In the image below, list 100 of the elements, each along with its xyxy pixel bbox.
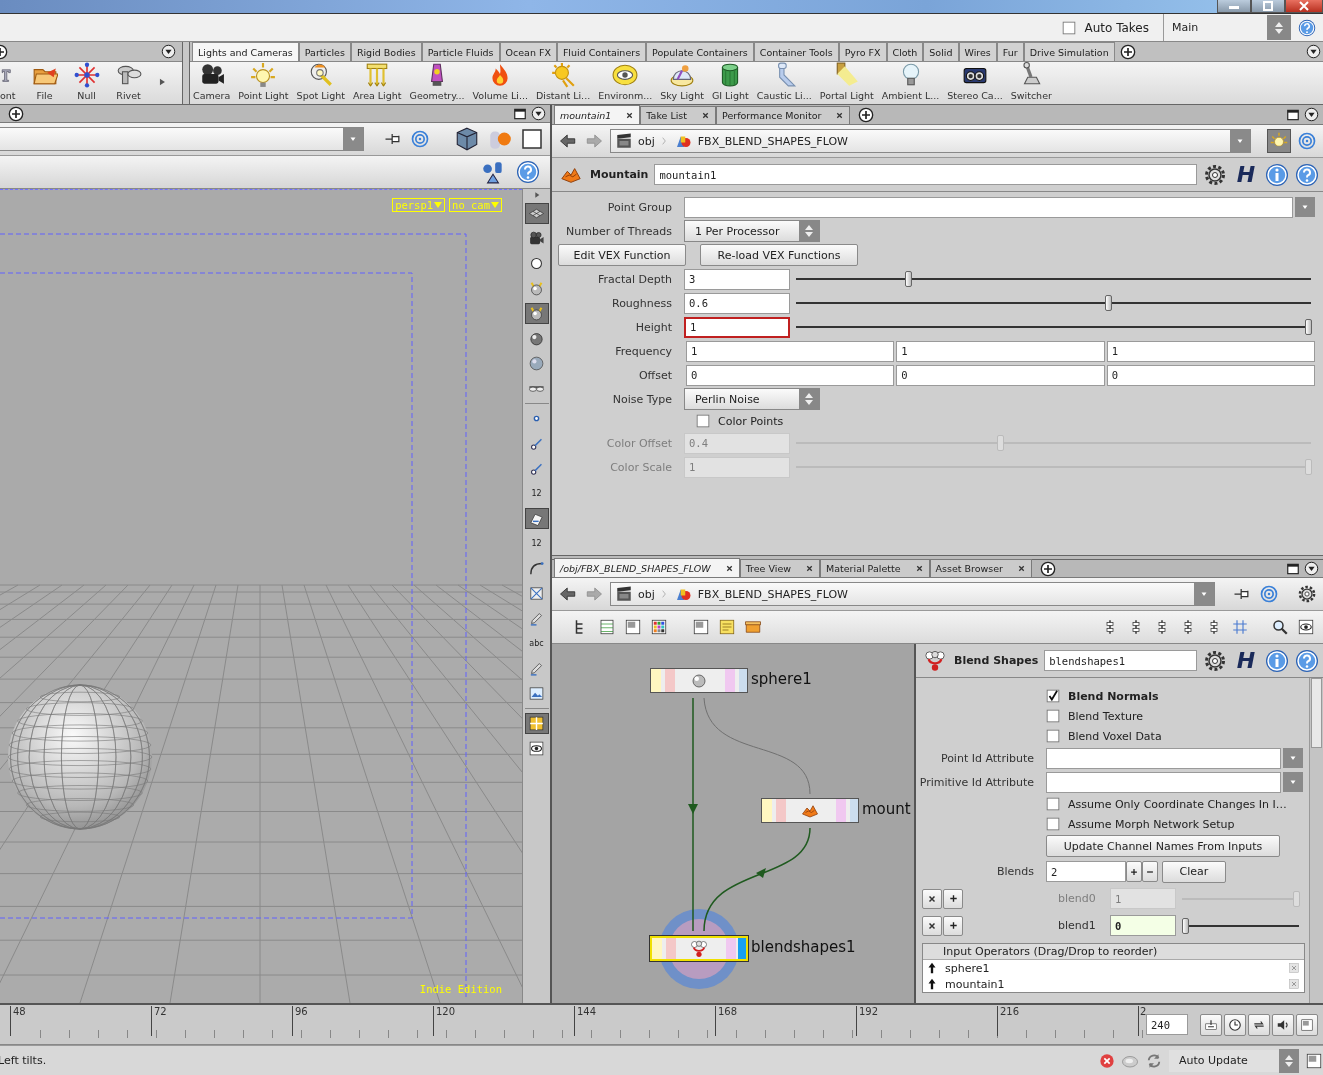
number-field[interactable]: 0 <box>686 364 895 386</box>
slider-handle[interactable] <box>904 271 912 287</box>
pane-tab[interactable]: mountain1 <box>554 105 641 124</box>
shelf-tool[interactable]: Distant Li... <box>534 62 592 101</box>
slider-track[interactable] <box>796 319 1311 335</box>
slider-track[interactable] <box>796 435 1311 451</box>
number-field[interactable]: 2 <box>1046 861 1126 882</box>
action-button[interactable]: Edit VEX Function <box>558 244 686 266</box>
path-field[interactable]: obj FBX_BLEND_SHAPES_FLOW <box>610 582 1215 606</box>
shelf-tab[interactable]: Container Tools <box>753 42 839 61</box>
path-field[interactable] <box>0 127 364 151</box>
slider-handle[interactable] <box>1182 917 1189 934</box>
box-icon[interactable] <box>744 618 762 636</box>
shelf-tool[interactable]: Area Light <box>351 62 403 101</box>
panel-icon[interactable] <box>692 618 710 636</box>
gear-icon[interactable] <box>1297 584 1317 604</box>
maximize-icon[interactable] <box>1286 561 1300 576</box>
view-tool-button[interactable] <box>524 303 549 324</box>
close-button[interactable] <box>1285 0 1323 13</box>
checkbox[interactable] <box>1046 729 1060 743</box>
shelf-tool[interactable]: Portal Light <box>818 62 875 101</box>
info-icon[interactable] <box>1265 162 1289 187</box>
timeline-button[interactable] <box>1248 1013 1270 1036</box>
view-tool-button[interactable]: 12 <box>524 483 549 504</box>
maximize-icon[interactable] <box>513 106 527 121</box>
shelf-tab[interactable]: Particles <box>298 42 351 61</box>
add-button[interactable] <box>943 915 963 936</box>
number-field[interactable]: 0 <box>1106 364 1315 386</box>
shelf-tool[interactable]: Caustic Li... <box>755 62 813 101</box>
number-field[interactable]: 1 <box>684 316 790 338</box>
shelf-tool[interactable]: ont <box>0 62 17 101</box>
view-tool-button[interactable]: abc <box>524 633 549 654</box>
shelf-tool[interactable]: GI Light <box>710 62 750 101</box>
spiral-icon[interactable] <box>410 129 430 149</box>
restore-button[interactable] <box>1251 0 1285 13</box>
dropdown-menu[interactable]: 1 Per Processor <box>684 220 820 242</box>
grid-icon[interactable] <box>1231 618 1249 636</box>
list-item[interactable]: sphere1 <box>945 961 1282 975</box>
remove-icon[interactable] <box>1288 962 1300 974</box>
color-grid-icon[interactable] <box>650 618 668 636</box>
close-icon[interactable] <box>724 563 734 573</box>
shelf-tab[interactable]: Populate Containers <box>646 42 754 61</box>
shelf-tool[interactable]: Geometry... <box>408 62 466 101</box>
spiral-icon[interactable] <box>1259 584 1279 604</box>
checkbox[interactable] <box>1046 709 1060 723</box>
asset-menu-button[interactable]: H <box>1233 162 1259 187</box>
cube-icon[interactable] <box>454 126 480 152</box>
checkbox[interactable] <box>1046 817 1060 831</box>
add-button[interactable] <box>943 888 963 909</box>
pane-tab[interactable]: Material Palette <box>820 559 930 577</box>
add-tab-icon[interactable] <box>1119 43 1136 60</box>
close-icon[interactable] <box>835 111 845 120</box>
pane-tab[interactable]: /obj/FBX_BLEND_SHAPES_FLOW <box>554 558 740 577</box>
pane-tab[interactable]: Take List <box>640 106 717 124</box>
network-node[interactable] <box>761 798 859 823</box>
checkbox[interactable] <box>696 414 710 428</box>
checkbox[interactable] <box>1062 20 1077 35</box>
help-icon[interactable] <box>1295 648 1319 673</box>
asset-menu-button[interactable]: H <box>1233 648 1259 673</box>
info-icon[interactable] <box>1265 648 1289 673</box>
spiral-icon[interactable] <box>1297 131 1317 151</box>
pane-menu-icon[interactable] <box>531 106 546 121</box>
number-field[interactable]: 0.6 <box>684 292 790 314</box>
close-icon[interactable] <box>805 564 814 573</box>
slider-track[interactable] <box>1182 917 1299 934</box>
remove-icon[interactable] <box>1288 978 1300 990</box>
slider-handle[interactable] <box>1305 319 1312 335</box>
refresh-icon[interactable] <box>1145 1051 1163 1070</box>
number-field[interactable]: 1 <box>686 340 895 362</box>
pane-menu-icon[interactable] <box>1304 107 1319 122</box>
shelf-tab[interactable]: Solid <box>923 42 959 61</box>
window-icon[interactable] <box>1305 1051 1323 1070</box>
dropdown-menu[interactable]: Perlin Noise <box>684 388 820 410</box>
shelf-menu-icon[interactable] <box>161 44 176 59</box>
number-field[interactable]: 0 <box>1110 915 1176 936</box>
minimize-button[interactable] <box>1217 0 1251 13</box>
shelf-tab[interactable]: Cloth <box>886 42 924 61</box>
shelf-tool[interactable]: Rivet <box>114 62 143 101</box>
shelf-tab[interactable]: Fur <box>996 42 1024 61</box>
end-frame-field[interactable]: 240 <box>1146 1014 1188 1035</box>
sticky-note-icon[interactable] <box>718 618 736 636</box>
view-tool-button[interactable]: 12 <box>524 533 549 554</box>
clear-button[interactable]: Clear <box>1162 860 1226 883</box>
shelf-tab[interactable]: Rigid Bodies <box>350 42 422 61</box>
help-icon[interactable] <box>516 160 540 184</box>
stop-icon[interactable] <box>1099 1052 1115 1069</box>
number-field[interactable]: 0 <box>896 364 1105 386</box>
add-tab-icon[interactable] <box>1040 560 1056 577</box>
input-field[interactable] <box>684 196 1293 218</box>
pane-tab[interactable]: Tree View <box>739 559 820 577</box>
close-icon[interactable] <box>701 111 711 120</box>
eye-icon[interactable] <box>1297 618 1315 636</box>
shelf-tool[interactable]: Null <box>72 62 101 101</box>
view-tool-button[interactable] <box>524 713 549 734</box>
shelf-tool[interactable]: Ambient L... <box>880 62 941 101</box>
search-icon[interactable] <box>1271 618 1289 636</box>
shelf-tool[interactable]: Sky Light <box>659 62 705 101</box>
shelf-tab[interactable]: Fluid Containers <box>556 42 647 61</box>
action-button[interactable]: Update Channel Names From Inputs <box>1046 835 1280 857</box>
timeline-button[interactable] <box>1224 1013 1246 1036</box>
